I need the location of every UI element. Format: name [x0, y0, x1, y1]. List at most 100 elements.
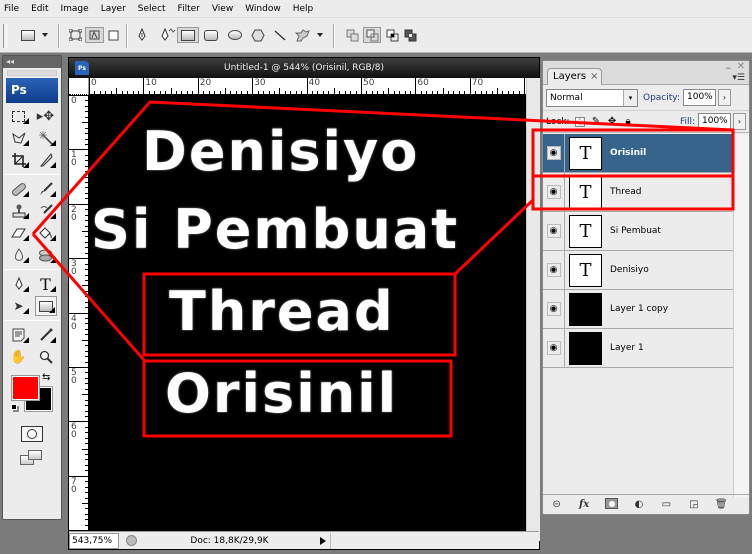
history-brush-tool[interactable]: [35, 201, 57, 221]
quick-mask-button[interactable]: [21, 426, 43, 442]
fill-slider-button[interactable]: ›: [733, 113, 746, 130]
menu-file[interactable]: File: [4, 4, 19, 14]
menu-filter[interactable]: Filter: [178, 4, 200, 14]
layer-row-layer-1-copy[interactable]: ◉ Layer 1 copy: [543, 289, 733, 329]
opacity-slider-button[interactable]: ›: [718, 89, 731, 106]
tool-preset-dropdown[interactable]: [40, 27, 50, 43]
trash-icon[interactable]: 🗑︎: [713, 499, 729, 510]
canvas[interactable]: Denisiyo Si Pembuat Thread Orisinil: [89, 95, 526, 541]
visibility-toggle[interactable]: ◉: [543, 133, 565, 173]
combine-exclude-button[interactable]: [402, 27, 418, 43]
menu-layer[interactable]: Layer: [101, 4, 126, 14]
eyedropper-tool[interactable]: [35, 325, 57, 345]
type-tool[interactable]: T: [35, 274, 57, 294]
document-title-bar[interactable]: Ps Untitled-1 @ 544% (Orisinil, RGB/8): [69, 58, 539, 78]
blur-tool[interactable]: [8, 245, 30, 265]
toolbox-collapse-button[interactable]: ◂◂: [3, 56, 61, 68]
status-menu-arrow[interactable]: [316, 536, 330, 545]
pen-tool-button[interactable]: [134, 27, 150, 43]
menu-edit[interactable]: Edit: [31, 4, 48, 14]
vertical-ruler[interactable]: 0 10 20 30 40 50 60 70: [69, 95, 89, 541]
visibility-toggle[interactable]: ◉: [543, 328, 565, 368]
eraser-tool[interactable]: [8, 223, 30, 243]
lock-image-icon[interactable]: ✎: [591, 116, 602, 127]
move-tool[interactable]: ▸✥: [35, 106, 57, 126]
ellipse-tool-button[interactable]: [226, 27, 244, 43]
fill-pixels-mode-button[interactable]: [106, 27, 120, 43]
menu-view[interactable]: View: [212, 4, 233, 14]
lasso-tool[interactable]: [8, 128, 30, 148]
marquee-tool[interactable]: [8, 106, 30, 126]
rounded-rectangle-tool-button[interactable]: [202, 27, 220, 43]
pen-tool[interactable]: [8, 274, 30, 294]
paint-bucket-tool[interactable]: [35, 223, 57, 243]
close-tab-icon[interactable]: ×: [590, 71, 598, 82]
paths-mode-button[interactable]: [85, 27, 104, 43]
fill-field[interactable]: 100%: [698, 113, 731, 130]
vertical-scrollbar[interactable]: [526, 78, 540, 541]
ps-logo[interactable]: Ps: [6, 78, 58, 103]
new-group-icon[interactable]: ▭: [658, 499, 674, 510]
layers-scrollbar[interactable]: [733, 134, 749, 497]
polygon-tool-button[interactable]: [249, 27, 267, 43]
horizontal-ruler[interactable]: 0 10 20 30 40 50 60 70: [89, 78, 526, 95]
opacity-field[interactable]: 100%: [683, 89, 716, 106]
visibility-toggle[interactable]: ◉: [543, 250, 565, 290]
combine-add-button[interactable]: [344, 27, 360, 43]
minimize-icon[interactable]: –: [726, 61, 732, 74]
zoom-tool[interactable]: [35, 347, 57, 367]
layer-style-icon[interactable]: fx: [576, 499, 592, 510]
foreground-color-swatch[interactable]: [11, 375, 40, 401]
blend-mode-select[interactable]: Normal ▾: [546, 88, 638, 107]
layer-row-denisiyo[interactable]: ◉ T Denisiyo: [543, 250, 733, 290]
horizontal-scrollbar[interactable]: [330, 532, 539, 549]
combine-intersect-button[interactable]: [384, 27, 400, 43]
layer-mask-icon[interactable]: [604, 497, 620, 512]
visibility-toggle[interactable]: ◉: [543, 289, 565, 329]
menu-help[interactable]: Help: [293, 4, 314, 14]
new-layer-icon[interactable]: ◲: [686, 499, 702, 510]
custom-shape-tool-button[interactable]: [293, 27, 311, 43]
brush-tool[interactable]: [35, 179, 57, 199]
panel-menu-icon[interactable]: ▾☰: [732, 73, 745, 83]
lock-transparency-icon[interactable]: [575, 116, 586, 127]
visibility-toggle[interactable]: ◉: [543, 172, 565, 212]
menu-window[interactable]: Window: [245, 4, 281, 14]
clone-stamp-tool[interactable]: [8, 201, 30, 221]
line-tool-button[interactable]: [271, 27, 289, 43]
notes-tool[interactable]: [8, 325, 30, 345]
tool-preset-picker[interactable]: [18, 27, 38, 43]
lock-position-icon[interactable]: ✥: [607, 116, 618, 127]
adjustment-layer-icon[interactable]: ◐: [631, 499, 647, 510]
toolbox-grip[interactable]: [7, 70, 57, 76]
default-colors-icon[interactable]: [11, 404, 17, 410]
hand-tool[interactable]: ✋: [8, 347, 30, 367]
custom-shape-dropdown[interactable]: [315, 27, 325, 43]
combine-subtract-button[interactable]: [363, 27, 381, 43]
close-icon[interactable]: ✕: [737, 61, 745, 72]
crop-tool[interactable]: [8, 150, 30, 170]
swap-colors-icon[interactable]: ⇆: [42, 372, 50, 383]
screen-mode-button[interactable]: [20, 450, 44, 466]
options-bar-grip[interactable]: [3, 24, 7, 48]
status-menu-button[interactable]: [119, 533, 143, 549]
zoom-level-field[interactable]: 543,75%: [69, 532, 119, 549]
menu-image[interactable]: Image: [61, 4, 89, 14]
layer-row-si-pembuat[interactable]: ◉ T Si Pembuat: [543, 211, 733, 251]
slice-tool[interactable]: [35, 150, 57, 170]
layer-row-thread[interactable]: ◉ T Thread: [543, 172, 733, 212]
layer-row-layer-1[interactable]: ◉ Layer 1: [543, 328, 733, 368]
healing-brush-tool[interactable]: [8, 179, 30, 199]
path-selection-tool[interactable]: ➤: [8, 296, 30, 316]
link-layers-icon[interactable]: ⊝: [549, 499, 565, 510]
dodge-tool[interactable]: [35, 245, 57, 265]
shape-layers-mode-button[interactable]: [66, 27, 84, 43]
tab-layers[interactable]: Layers ×: [547, 68, 602, 85]
layer-row-orisinil[interactable]: ◉ T Orisinil: [543, 133, 733, 173]
menu-select[interactable]: Select: [138, 4, 166, 14]
lock-all-icon[interactable]: 🔒︎: [623, 116, 634, 127]
freeform-pen-button[interactable]: [158, 27, 178, 43]
ruler-origin[interactable]: [69, 78, 89, 95]
magic-wand-tool[interactable]: [35, 128, 57, 148]
rectangle-tool-button[interactable]: [177, 27, 199, 43]
